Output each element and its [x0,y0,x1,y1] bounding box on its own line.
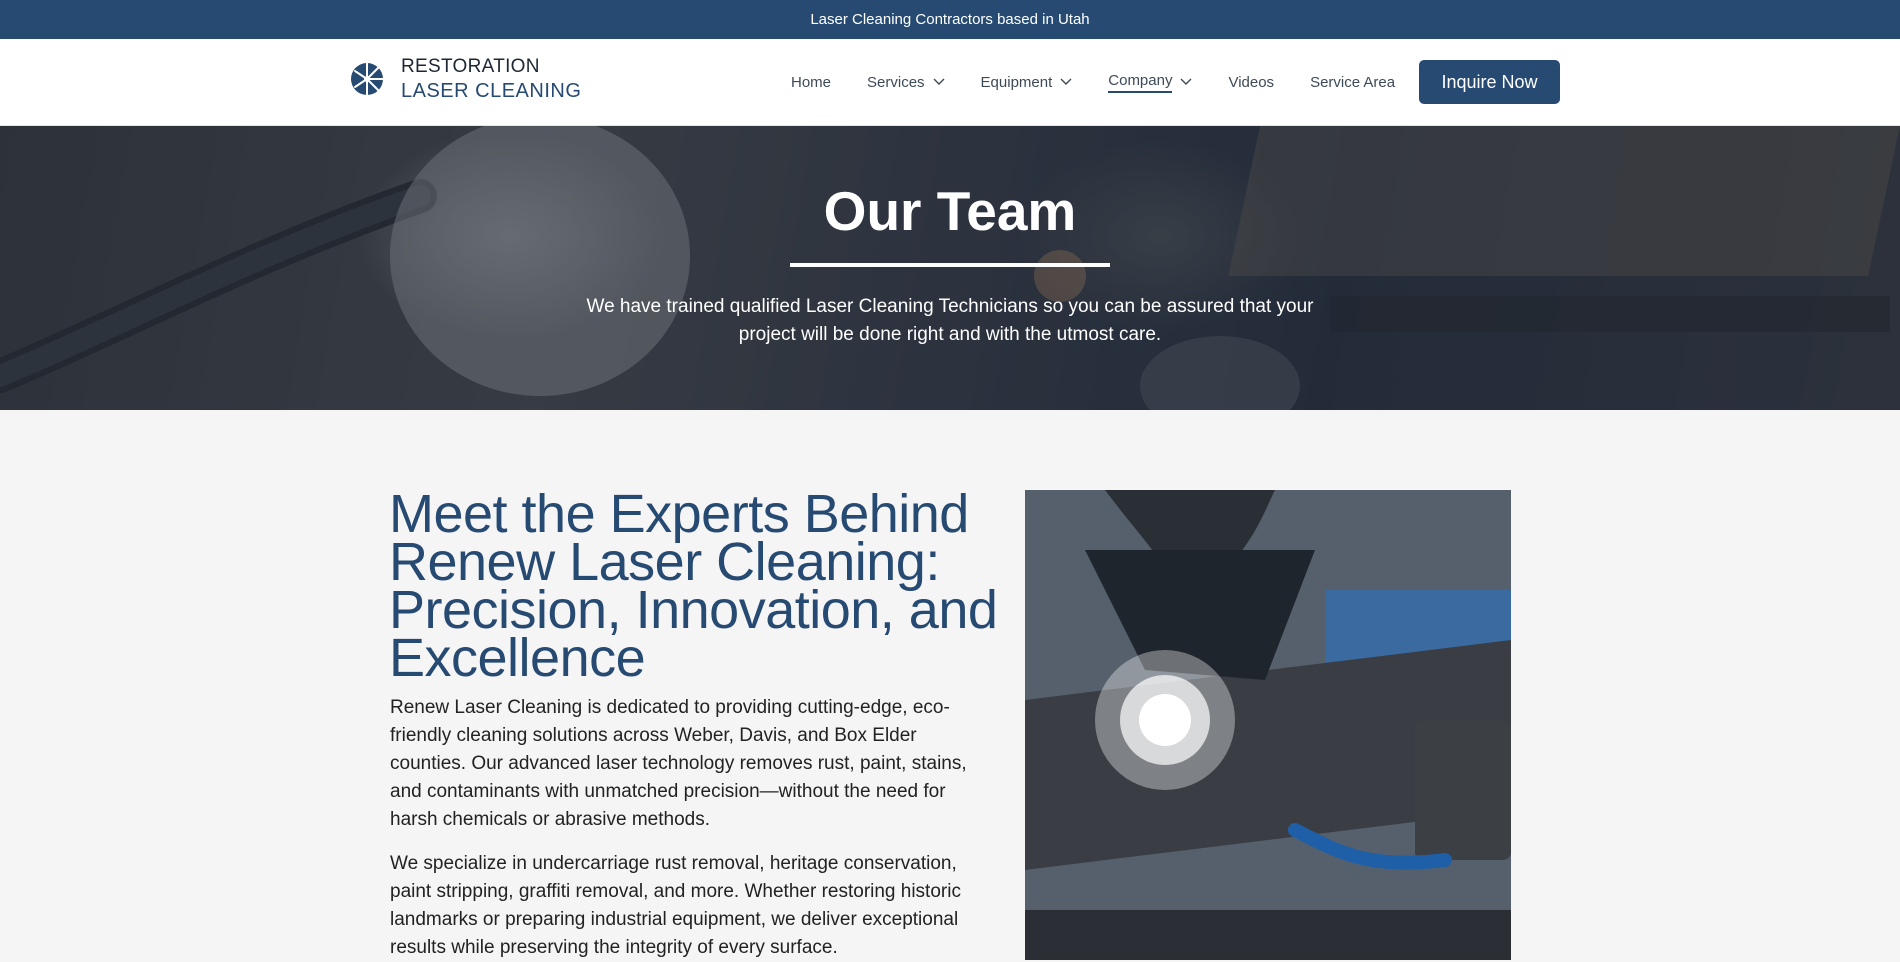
nav-label-service-area: Service Area [1310,73,1396,91]
announcement-bar: Laser Cleaning Contractors based in Utah [0,0,1900,39]
laser-cleaning-photo [1025,490,1511,960]
site-logo[interactable]: RESTORATION LASER CLEANING [349,56,581,103]
chevron-down-icon [1180,78,1192,85]
nav-item-services[interactable]: Services [867,74,945,91]
nav-item-home[interactable]: Home [791,74,831,91]
nav-label-company: Company [1108,72,1173,93]
nav-label-equipment: Equipment [980,73,1053,91]
chevron-down-icon [933,78,945,85]
logo-line-restoration: RESTORATION [401,56,540,77]
nav-label-videos: Videos [1228,73,1275,91]
nav-label-services: Services [867,73,925,91]
laser-burst-icon [351,62,384,97]
announcement-text: Laser Cleaning Contractors based in Utah [810,11,1090,28]
logo-line-laser-cleaning: LASER CLEANING [401,79,582,102]
logo-wordmark: RESTORATION LASER CLEANING [401,56,581,103]
main-nav: Home Services Equipment Company Videos S… [791,39,1431,125]
inquire-now-button[interactable]: Inquire Now [1419,60,1560,104]
nav-label-home: Home [791,73,832,91]
site-header: RESTORATION LASER CLEANING Home Services… [0,39,1900,126]
nav-item-equipment[interactable]: Equipment [981,74,1073,91]
section-heading: Meet the Experts Behind Renew Laser Clea… [389,484,998,688]
about-section: Meet the Experts Behind Renew Laser Clea… [0,410,1900,960]
laser-cleaning-image [1025,490,1511,960]
hero-subtitle: We have trained qualified Laser Cleaning… [586,296,1314,345]
hero-banner: Our Team We have trained qualified Laser… [0,126,1900,410]
hero-content: Our Team We have trained qualified Laser… [0,126,1900,349]
nav-item-company[interactable]: Company [1108,72,1192,93]
title-divider [790,263,1110,267]
nav-item-service-area[interactable]: Service Area [1310,74,1395,91]
services-paragraph: We specialize in undercarriage rust remo… [390,853,961,958]
nav-item-videos[interactable]: Videos [1228,74,1274,91]
chevron-down-icon [1060,78,1072,85]
intro-paragraph: Renew Laser Cleaning is dedicated to pro… [390,697,967,830]
page-title: Our Team [823,180,1077,242]
